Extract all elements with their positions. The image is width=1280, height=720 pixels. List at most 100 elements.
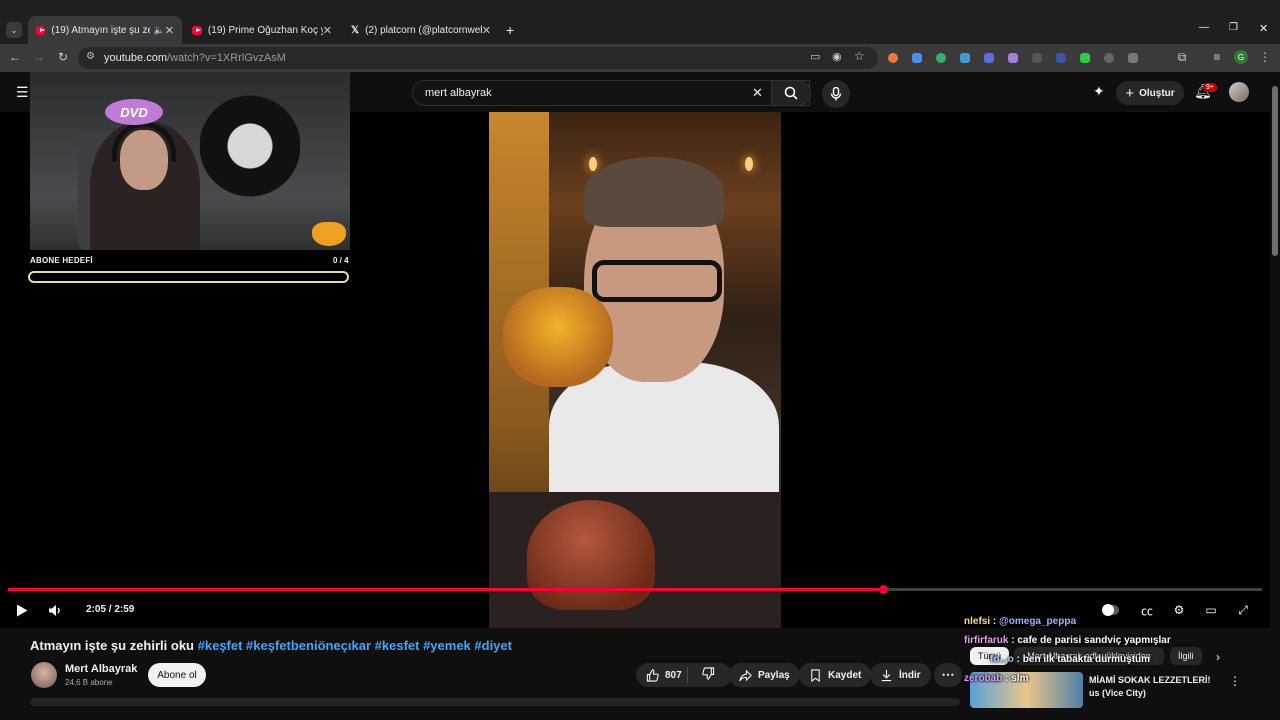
extension-icon[interactable] — [1008, 53, 1018, 63]
menu-hamburger-icon[interactable]: ☰ — [16, 84, 29, 101]
window-close-icon[interactable]: ✕ — [1259, 22, 1268, 35]
extension-icon[interactable] — [1104, 53, 1114, 63]
create-button[interactable]: + Oluştur — [1116, 81, 1184, 105]
streamer-webcam — [30, 72, 350, 250]
subtitles-icon[interactable]: ㏄ — [1139, 602, 1155, 618]
extension-icon[interactable] — [1056, 53, 1066, 63]
tab-active[interactable]: (19) Atmayın işte şu zehirli o 🔈 ✕ — [28, 16, 182, 44]
like-button[interactable]: 807 — [646, 668, 682, 682]
x-favicon-icon: 𝕏 — [351, 24, 360, 36]
pendant-light — [589, 157, 597, 171]
chat-username: firfirfaruk — [964, 635, 1009, 646]
tab-close-icon[interactable]: ✕ — [165, 24, 174, 37]
settings-gear-icon[interactable]: ⚙ — [1171, 602, 1187, 618]
download-button[interactable]: İndir — [870, 663, 931, 687]
chip-related[interactable]: İlgili — [1170, 647, 1202, 665]
notification-badge: 9+ — [1203, 83, 1217, 92]
reload-icon[interactable]: ↻ — [56, 50, 70, 64]
tab-close-icon[interactable]: ✕ — [323, 24, 332, 37]
save-button[interactable]: Kaydet — [799, 663, 872, 687]
bookmark-star-icon[interactable]: ☆ — [854, 49, 865, 63]
thumbs-up-icon — [646, 668, 659, 682]
overlay-badge-icon — [312, 222, 346, 246]
search-icon — [784, 86, 798, 100]
extension-icon[interactable] — [936, 53, 946, 63]
url-host: youtube.com — [104, 52, 167, 64]
person-glasses — [592, 260, 722, 302]
chat-username: fo...o — [990, 654, 1014, 665]
extension-icon[interactable] — [1080, 53, 1090, 63]
person-hair — [584, 157, 724, 227]
fullscreen-icon[interactable]: ⤢ — [1235, 602, 1251, 618]
autoplay-toggle-track — [1102, 604, 1119, 616]
extension-icon[interactable] — [888, 53, 898, 63]
autoplay-pause-icon — [1102, 604, 1114, 616]
progress-bar[interactable] — [8, 588, 1262, 591]
tab-close-icon[interactable]: ✕ — [482, 24, 491, 37]
bookmark-icon — [811, 668, 820, 682]
share-button[interactable]: Paylaş — [729, 663, 800, 687]
chips-next-icon[interactable]: › — [1216, 650, 1220, 664]
subscribe-button[interactable]: Abone ol — [148, 663, 206, 687]
media-control-icon[interactable]: ≡ — [1210, 50, 1224, 64]
channel-name[interactable]: Mert Albayrak — [65, 663, 137, 675]
recommended-title[interactable]: MİAMİ SOKAK LEZZETLERİ! us (Vice City) — [1089, 674, 1219, 700]
plus-icon: + — [1125, 84, 1135, 102]
voice-search-button[interactable] — [822, 80, 850, 108]
translate-extension-icon[interactable] — [960, 53, 970, 63]
chat-message: nlefsi : @omega_peppa — [964, 616, 1077, 627]
channel-avatar[interactable] — [31, 662, 57, 688]
extension-icon[interactable] — [1128, 53, 1138, 63]
search-input[interactable]: mert albayrak ✕ — [412, 80, 810, 106]
progress-played — [8, 588, 884, 591]
back-icon[interactable]: ← — [8, 50, 22, 64]
more-actions-icon[interactable]: ⋯ — [934, 663, 962, 687]
address-bar[interactable]: ⚙ youtube.com/watch?v=1XRrlGvzAsM ▭ ◉ ☆ — [78, 47, 878, 69]
tab-3[interactable]: 𝕏 (2) platcorn (@platcornweb) / X ✕ — [343, 18, 499, 42]
recommended-more-icon[interactable]: ⋮ — [1229, 674, 1241, 688]
browser-tab-strip: ⌄ (19) Atmayın işte şu zehirli o 🔈 ✕ (19… — [0, 0, 1280, 44]
site-info-icon[interactable]: ⚙ — [86, 51, 95, 62]
forward-icon[interactable]: → — [32, 50, 46, 64]
url-path: /watch?v=1XRrlGvzAsM — [166, 52, 286, 64]
profile-avatar-icon[interactable]: G — [1234, 50, 1248, 64]
extension-icon[interactable] — [912, 53, 922, 63]
pendant-light — [745, 157, 753, 171]
tab-mute-icon[interactable]: 🔈 — [154, 25, 165, 36]
minimize-icon[interactable]: — — [1199, 22, 1209, 33]
search-button[interactable] — [771, 80, 811, 106]
new-tab-button[interactable]: + — [506, 22, 514, 38]
create-label: Oluştur — [1139, 87, 1175, 99]
tab-search-chevron-icon[interactable]: ⌄ — [6, 22, 22, 38]
subscriber-goal-bar — [28, 271, 349, 283]
hide-eye-icon[interactable]: ◉ — [832, 50, 842, 63]
tab-2[interactable]: (19) Prime Oğuzhan Koç yüzük ✕ — [184, 18, 340, 42]
page-scrollbar[interactable] — [1272, 86, 1278, 256]
dislike-button[interactable] — [701, 667, 715, 683]
video-title-hashtags[interactable]: #keşfet #keşfetbeniöneçıkar #kesfet #yem… — [198, 638, 512, 653]
theater-mode-icon[interactable]: ▭ — [1203, 602, 1219, 618]
share-label: Paylaş — [758, 669, 790, 681]
clear-search-icon[interactable]: ✕ — [752, 85, 763, 101]
tab-title: (19) Atmayın işte şu zehirli o — [51, 24, 149, 36]
install-app-icon[interactable]: ▭ — [810, 50, 820, 63]
wall-art — [200, 92, 300, 212]
burger-in-hand — [503, 287, 613, 387]
download-icon — [881, 669, 892, 681]
video-frame[interactable] — [489, 112, 781, 628]
account-avatar[interactable] — [1229, 82, 1249, 102]
play-button[interactable] — [14, 602, 30, 618]
download-label: İndir — [899, 669, 921, 681]
extensions-puzzle-icon[interactable]: ⧉ — [1175, 50, 1189, 64]
like-count: 807 — [665, 669, 682, 681]
description-box-edge — [30, 698, 960, 706]
browser-menu-icon[interactable]: ⋮ — [1258, 50, 1272, 64]
extension-icon[interactable] — [984, 53, 994, 63]
autoplay-toggle[interactable] — [1102, 602, 1119, 618]
youtube-favicon-icon — [36, 25, 46, 35]
ask-sparkle-icon[interactable]: ✦ — [1093, 83, 1105, 100]
restore-icon[interactable]: ❐ — [1229, 22, 1238, 33]
volume-button[interactable] — [47, 602, 63, 618]
save-label: Kaydet — [828, 669, 862, 681]
extension-icon[interactable] — [1032, 53, 1042, 63]
